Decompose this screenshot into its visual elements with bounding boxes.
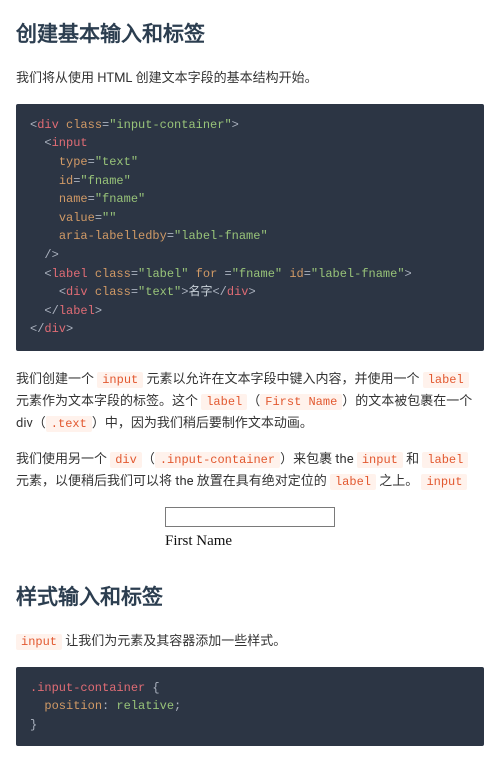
code-inline-label: label: [330, 474, 376, 490]
code-block-css: .input-container { position: relative; }: [16, 667, 484, 747]
explanation-paragraph-1: 我们创建一个 input 元素以允许在文本字段中键入内容，并使用一个 label…: [16, 369, 484, 435]
code-inline-input: input: [97, 372, 143, 388]
demo-input-container: First Name: [16, 507, 484, 555]
heading-style-input: 样式输入和标签: [16, 581, 484, 617]
code-inline-label: label: [423, 372, 469, 388]
code-inline-div: div: [110, 452, 142, 468]
code-inline-label: label: [201, 394, 247, 410]
code-inline-text-class: .text: [46, 416, 92, 432]
style-intro-paragraph: input 让我们为元素及其容器添加一些样式。: [16, 631, 484, 653]
heading-create-input: 创建基本输入和标签: [16, 18, 484, 54]
intro-paragraph: 我们将从使用 HTML 创建文本字段的基本结构开始。: [16, 68, 484, 90]
demo-input-label: First Name: [165, 529, 335, 555]
code-inline-firstname: First Name: [260, 394, 342, 410]
code-inline-input: input: [357, 452, 403, 468]
code-inline-input: input: [16, 634, 62, 650]
code-inline-input: input: [421, 474, 467, 490]
code-inline-label: label: [422, 452, 468, 468]
code-block-html: <div class="input-container"> <input typ…: [16, 104, 484, 351]
explanation-paragraph-2: 我们使用另一个 div（.input-container）来包裹 the inp…: [16, 449, 484, 493]
code-inline-input-container: .input-container: [155, 452, 280, 468]
demo-text-input[interactable]: [165, 507, 335, 527]
